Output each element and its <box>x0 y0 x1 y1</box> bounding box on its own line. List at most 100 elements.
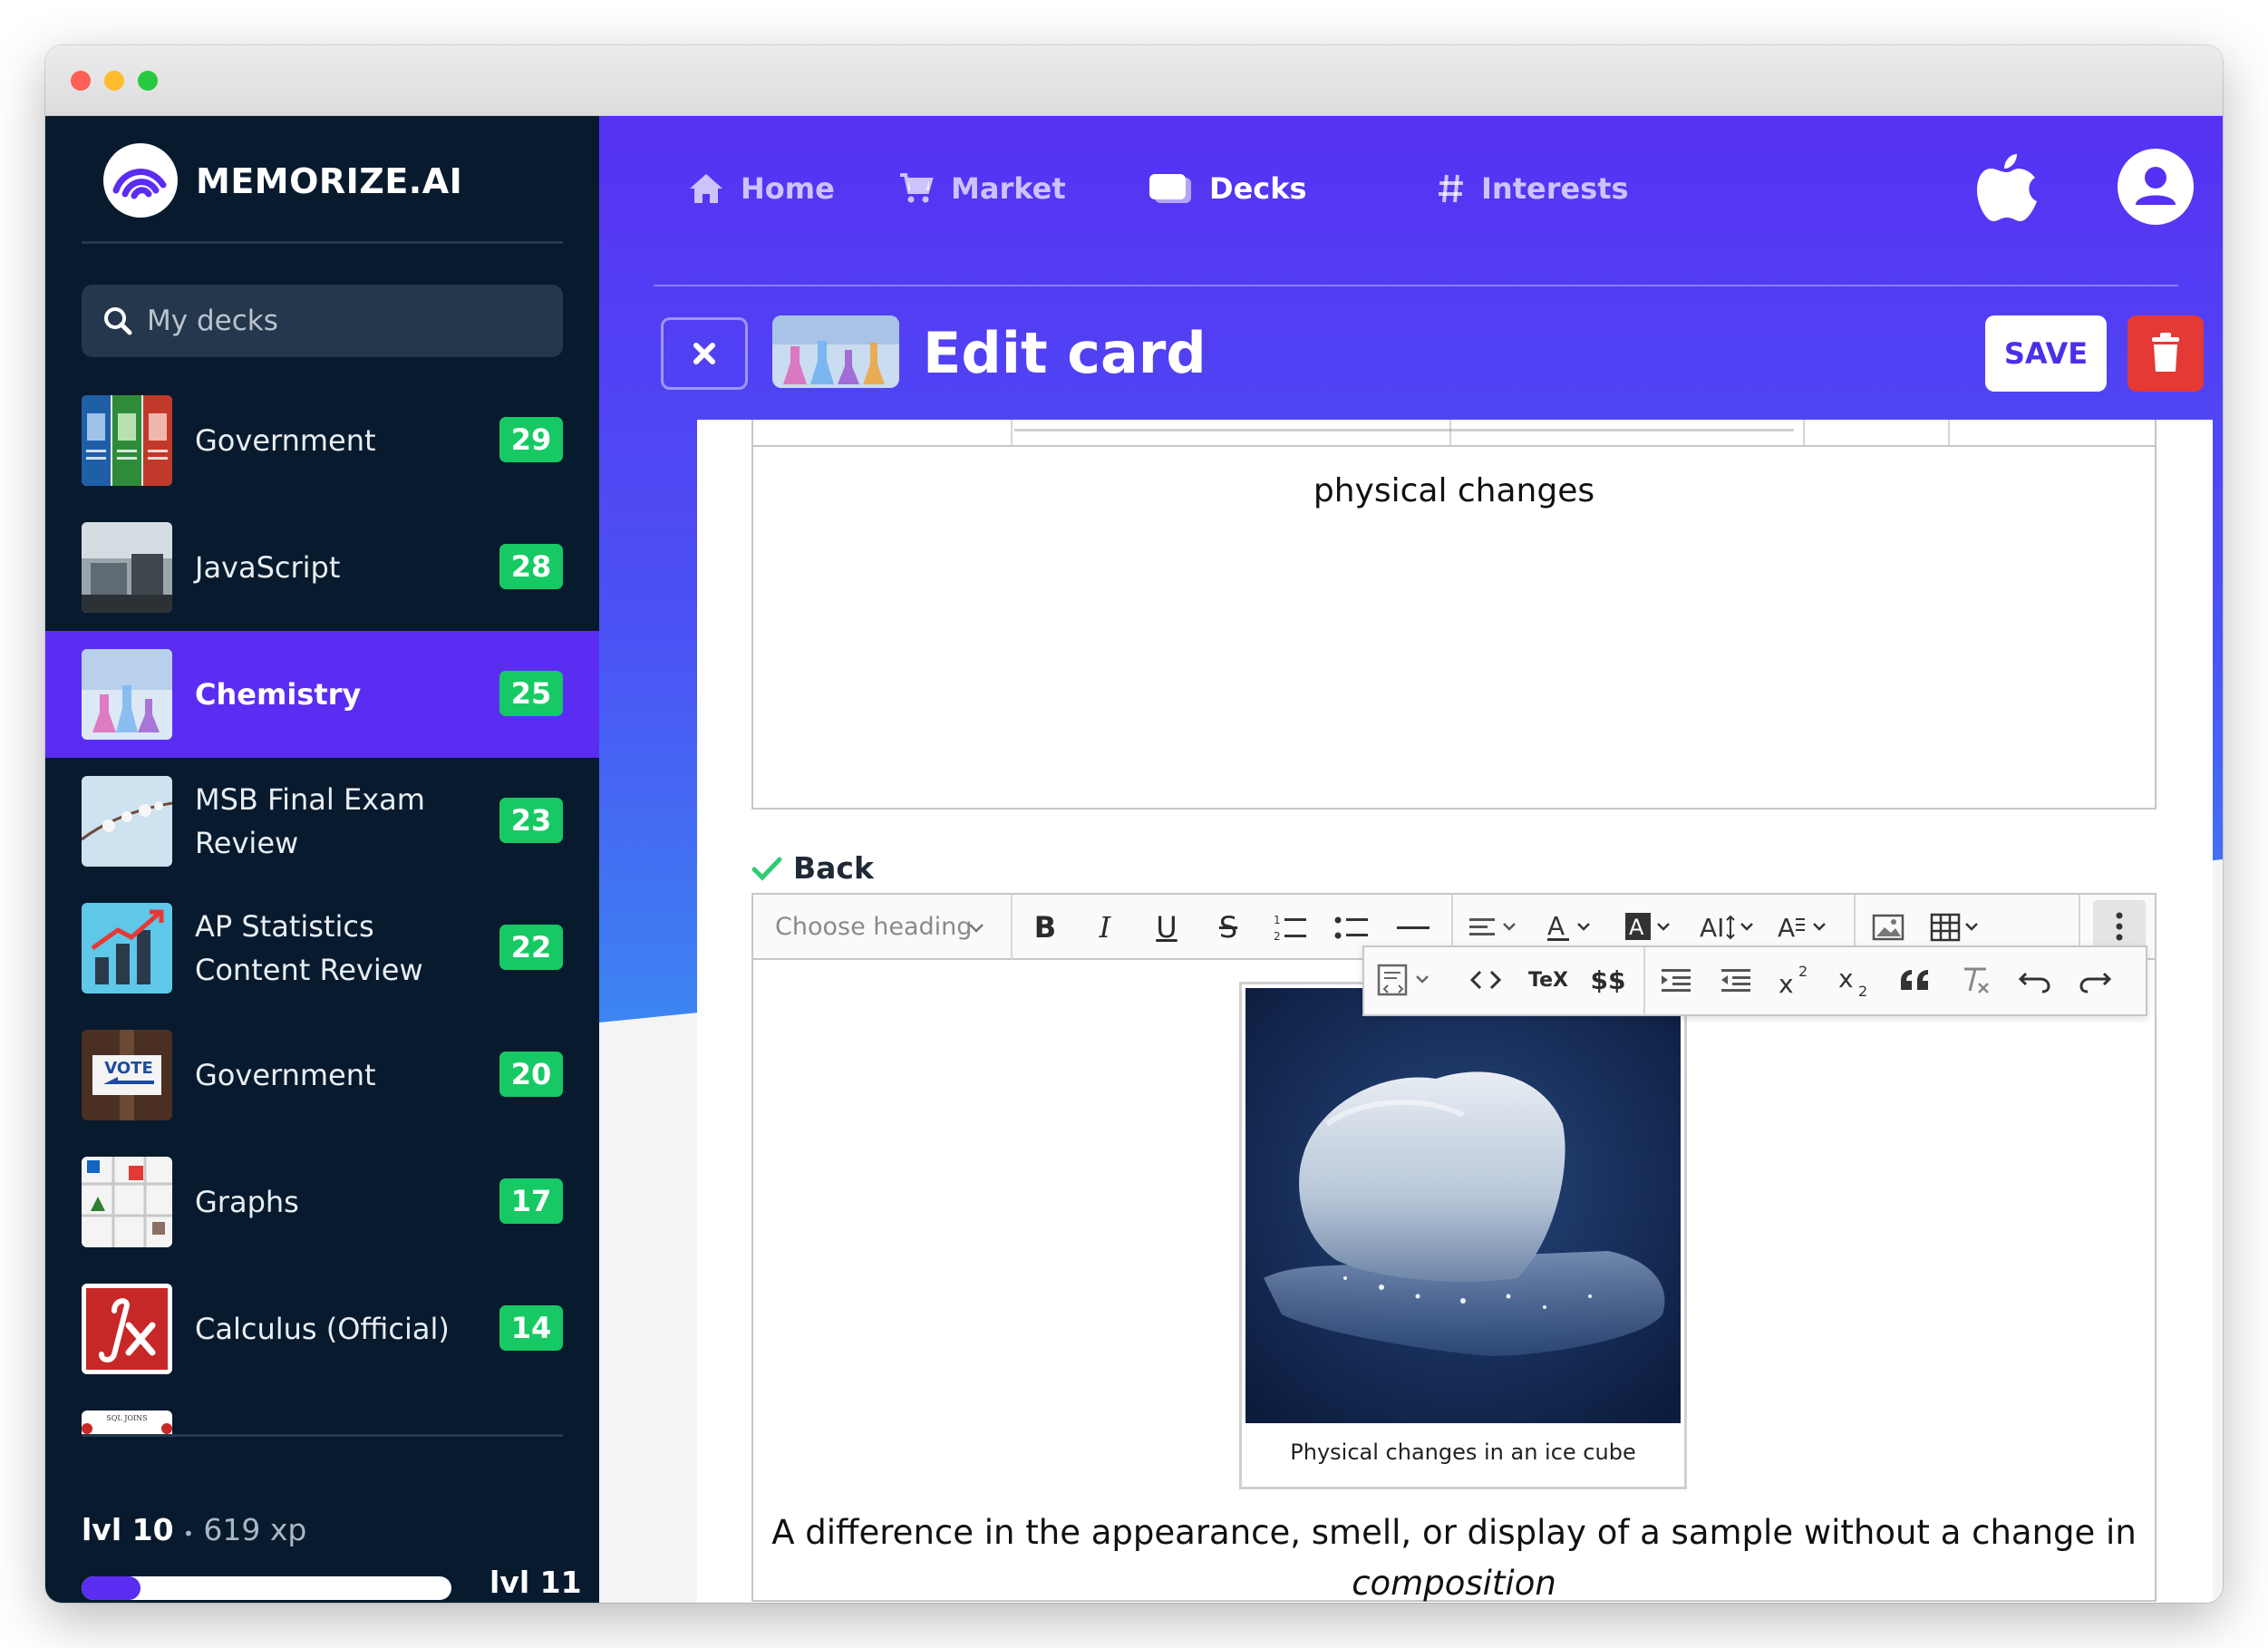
deck-count-badge: 20 <box>499 1052 563 1097</box>
close-icon <box>693 343 715 364</box>
svg-text:2: 2 <box>1798 964 1808 980</box>
nav-decks-label: Decks <box>1209 171 1307 206</box>
back-section-label: Back <box>751 850 874 886</box>
close-window-button[interactable] <box>71 71 91 91</box>
user-avatar-button[interactable] <box>2118 149 2194 225</box>
outdent-icon[interactable] <box>1716 960 1756 1000</box>
nav-interests-label: Interests <box>1481 171 1629 206</box>
deck-item-javascript[interactable]: JavaScript 28 <box>45 504 599 631</box>
bulleted-list-icon[interactable] <box>1332 907 1371 947</box>
deck-item-government[interactable]: Government 29 <box>45 377 599 504</box>
front-toolbar-clipped <box>751 420 2157 447</box>
undo-icon[interactable] <box>2015 960 2055 1000</box>
deck-item-ap-statistics[interactable]: AP Statistics Content Review 22 <box>45 885 599 1012</box>
ice-cube-figure[interactable]: Physical changes in an ice cube <box>1239 982 1687 1489</box>
deck-item-calculus[interactable]: Calculus (Official) 14 <box>45 1265 599 1392</box>
page-title: Edit card <box>923 320 1207 386</box>
underline-icon[interactable]: U <box>1147 907 1187 947</box>
remove-format-icon[interactable] <box>1955 960 1995 1000</box>
deck-name: Government <box>195 1058 376 1092</box>
deck-name: MSB Final Exam Review <box>195 782 425 860</box>
deck-item-chemistry[interactable]: Chemistry 25 <box>45 631 599 758</box>
subscript-icon[interactable]: x2 <box>1836 960 1875 1000</box>
nav-home[interactable]: Home <box>688 161 835 216</box>
deck-search-input[interactable]: My decks <box>82 285 563 357</box>
deck-header-thumbnail <box>772 315 899 388</box>
redo-icon[interactable] <box>2075 960 2115 1000</box>
deck-count-badge: 23 <box>499 798 563 843</box>
deck-count-badge: 22 <box>499 925 563 970</box>
ice-cube-image <box>1245 988 1681 1423</box>
nav-decks[interactable]: Decks <box>1148 161 1307 216</box>
apple-icon[interactable] <box>1975 150 2039 223</box>
numbered-list-icon[interactable]: 12 <box>1270 907 1310 947</box>
main-area: Home Market Decks Interests Edit card SA… <box>599 116 2223 1603</box>
level-progress-bar <box>82 1576 451 1600</box>
indent-icon[interactable] <box>1656 960 1696 1000</box>
svg-text:x: x <box>1779 969 1794 996</box>
math-button[interactable]: $$ <box>1585 960 1631 1000</box>
front-editor[interactable]: physical changes <box>751 420 2157 809</box>
font-family-icon[interactable]: A <box>1778 907 1841 947</box>
deck-item-partial[interactable]: SQL JOINS <box>82 1410 172 1434</box>
blockquote-icon[interactable] <box>1895 960 1935 1000</box>
source-editing-icon[interactable] <box>1375 960 1442 1000</box>
nav-market-label: Market <box>951 171 1066 206</box>
svg-text:2: 2 <box>1274 930 1281 943</box>
deck-name: Calculus (Official) <box>195 1312 450 1346</box>
cart-icon <box>900 173 934 203</box>
deck-thumbnail <box>82 1284 172 1374</box>
sidebar-divider-bottom <box>82 1434 563 1437</box>
font-background-color-icon[interactable]: A <box>1622 907 1685 947</box>
sidebar: MEMORIZE.AI My decks Government 29 JavaS… <box>45 116 599 1603</box>
deck-name: JavaScript <box>195 550 341 585</box>
bold-icon[interactable]: B <box>1025 907 1065 947</box>
superscript-icon[interactable]: x2 <box>1776 960 1816 1000</box>
font-color-icon[interactable]: A <box>1544 907 1607 947</box>
nav-interests[interactable]: Interests <box>1438 161 1629 216</box>
minimize-window-button[interactable] <box>104 71 124 91</box>
table-insert-icon[interactable] <box>1928 907 1992 947</box>
save-button[interactable]: SAVE <box>1985 315 2107 392</box>
italic-icon[interactable]: I <box>1085 907 1125 947</box>
delete-button[interactable] <box>2127 315 2204 392</box>
svg-text:x: x <box>1838 964 1854 994</box>
search-placeholder: My decks <box>147 305 278 337</box>
align-dropdown-icon[interactable] <box>1466 907 1529 947</box>
app-logo[interactable] <box>103 143 178 218</box>
front-text[interactable]: physical changes <box>753 472 2155 509</box>
next-level: lvl 11 <box>489 1565 582 1600</box>
card-editor-panel: physical changes Back Choose heading B I… <box>697 420 2213 1603</box>
overflow-toolbar: TeX $$ x2 x2 <box>1362 945 2147 1016</box>
deck-thumbnail <box>82 776 172 867</box>
heading-dropdown[interactable]: Choose heading <box>753 895 1011 960</box>
deck-item-government-2[interactable]: VOTE Government 20 <box>45 1012 599 1139</box>
tex-button[interactable]: TeX <box>1526 960 1571 1000</box>
nav-market[interactable]: Market <box>898 161 1066 216</box>
back-text-line-2: composition <box>1352 1564 1556 1603</box>
deck-item-msb-final-exam-review[interactable]: MSB Final Exam Review 23 <box>45 758 599 885</box>
maximize-window-button[interactable] <box>138 71 158 91</box>
font-size-icon[interactable]: AI <box>1700 907 1763 947</box>
hash-icon <box>1439 174 1463 203</box>
chevron-down-icon <box>969 924 984 933</box>
nav-divider <box>654 285 2178 286</box>
image-insert-icon[interactable] <box>1868 907 1908 947</box>
back-text[interactable]: A difference in the appearance, smell, o… <box>751 1507 2157 1603</box>
sidebar-divider <box>82 241 563 244</box>
user-icon <box>2136 167 2176 205</box>
level-separator: • <box>183 1523 194 1545</box>
level-progress-fill <box>82 1576 141 1600</box>
deck-thumbnail <box>82 649 172 740</box>
deck-item-graphs[interactable]: Graphs 17 <box>45 1139 599 1265</box>
horizontal-line-icon[interactable] <box>1393 907 1433 947</box>
vote-sign-text: VOTE <box>104 1059 153 1078</box>
deck-name: Graphs <box>195 1185 299 1219</box>
code-icon[interactable] <box>1466 960 1506 1000</box>
strikethrough-icon[interactable]: S <box>1208 907 1248 947</box>
level-info: lvl 10 • 619 xp <box>82 1512 306 1547</box>
figure-caption: Physical changes in an ice cube <box>1290 1440 1636 1465</box>
browser-window: MEMORIZE.AI My decks Government 29 JavaS… <box>45 45 2223 1603</box>
heading-placeholder: Choose heading <box>775 913 973 941</box>
close-editor-button[interactable] <box>661 317 748 390</box>
